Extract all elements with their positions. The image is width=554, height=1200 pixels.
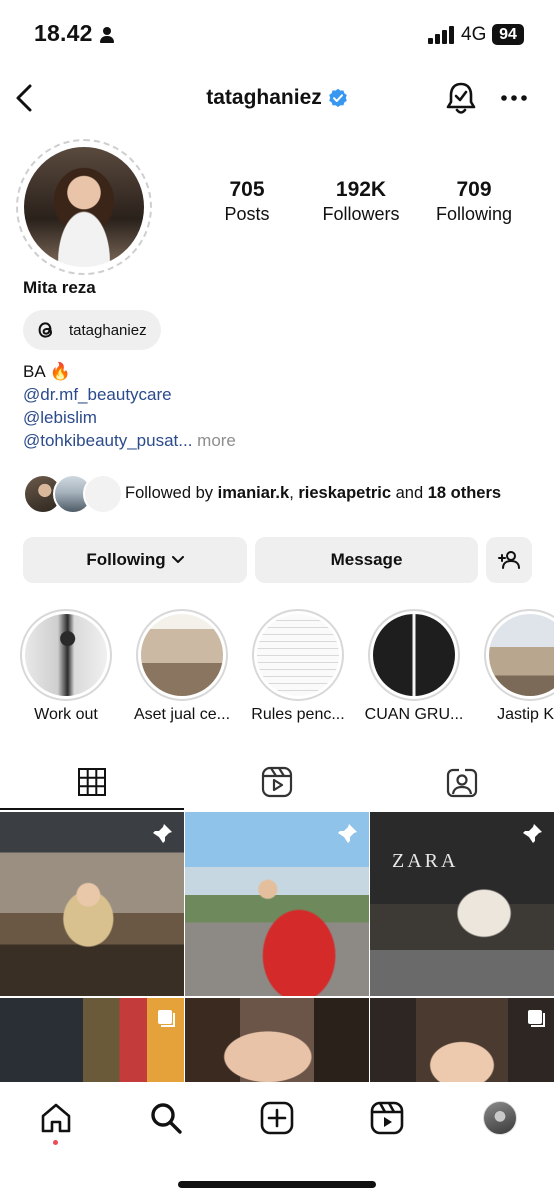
followers-label: Followers: [322, 204, 400, 224]
bio-more-link[interactable]: more: [197, 431, 236, 450]
highlight-cover: [141, 614, 223, 696]
pin-icon: [153, 824, 172, 843]
grid-post[interactable]: [185, 812, 369, 996]
profile-tabs: [0, 754, 554, 810]
grid-post[interactable]: [0, 812, 184, 996]
chevron-down-icon: [171, 556, 184, 563]
threads-badge[interactable]: tataghaniez: [23, 310, 161, 350]
nav-search[interactable]: [146, 1098, 186, 1138]
add-person-icon: [498, 551, 520, 569]
story-highlight[interactable]: Jastip KL: [484, 609, 554, 723]
profile-avatar[interactable]: [24, 147, 144, 267]
suggested-users-button[interactable]: [486, 537, 532, 583]
grid-post[interactable]: [0, 998, 184, 1082]
reels-icon: [370, 1101, 404, 1135]
multiple-photos-icon: [528, 1010, 545, 1027]
grid-post[interactable]: [185, 998, 369, 1082]
create-post-icon: [260, 1101, 294, 1135]
bio-link-mention[interactable]: @dr.mf_beautycare: [23, 383, 236, 406]
bio-link-mention[interactable]: @lebislim: [23, 406, 236, 429]
notification-bell-icon[interactable]: [444, 80, 478, 116]
nav-profile[interactable]: [480, 1098, 520, 1138]
followed-by-text: Followed by imaniar.k, rieskapetric and …: [125, 484, 502, 502]
posts-label: Posts: [224, 204, 270, 224]
more-options-icon[interactable]: [500, 88, 528, 108]
highlight-cover: [257, 614, 339, 696]
following-button-label: Following: [86, 550, 166, 569]
reels-icon: [261, 766, 293, 798]
message-button-label: Message: [330, 550, 403, 569]
highlight-cover: [25, 614, 107, 696]
status-time: 18.42: [34, 20, 93, 46]
active-tab-indicator: [0, 808, 184, 810]
threads-handle: tataghaniez: [69, 321, 147, 339]
home-indicator[interactable]: [178, 1181, 376, 1188]
bio: BA 🔥 @dr.mf_beautycare @lebislim @tohkib…: [23, 360, 236, 452]
tagged-person-icon: [446, 768, 478, 798]
story-highlight[interactable]: Work out: [20, 609, 112, 723]
followed-by-row[interactable]: Followed by imaniar.k, rieskapetric and …: [23, 474, 543, 514]
message-button[interactable]: Message: [255, 537, 478, 583]
followers-count: 192K: [335, 178, 387, 201]
posts-count: 705: [229, 178, 265, 201]
verified-badge-icon: [328, 88, 347, 107]
store-sign-text: ZARA: [392, 850, 459, 872]
highlight-label: CUAN GRU...: [364, 706, 464, 723]
display-name: Mita reza: [23, 278, 96, 297]
username-text: tataghaniez: [206, 86, 322, 109]
bio-link-mention[interactable]: @tohkibeauty_pusat...: [23, 431, 192, 450]
bio-line: BA 🔥: [23, 362, 71, 381]
highlight-label: Rules penc...: [251, 706, 345, 723]
posts-stat[interactable]: 705 Posts: [205, 178, 289, 225]
story-highlight[interactable]: Aset jual ce...: [134, 609, 230, 723]
signal-icon: [428, 26, 454, 44]
threads-icon: [38, 322, 53, 338]
tab-posts-grid[interactable]: [0, 754, 184, 810]
highlight-cover: [489, 614, 554, 696]
pin-icon: [338, 824, 357, 843]
following-label: Following: [435, 204, 513, 224]
profile-avatar-icon: [483, 1101, 517, 1135]
mutual-avatar: [83, 474, 123, 514]
following-count: 709: [456, 178, 492, 201]
grid-icon: [78, 768, 106, 796]
mutual-username[interactable]: rieskapetric: [298, 484, 391, 502]
grid-post[interactable]: [370, 998, 554, 1082]
search-icon: [151, 1103, 182, 1134]
story-highlight[interactable]: CUAN GRU...: [365, 609, 463, 723]
pin-icon: [523, 824, 542, 843]
highlight-label: Work out: [34, 706, 98, 723]
battery-indicator: 94: [492, 24, 524, 45]
highlight-label: Jastip KL: [497, 706, 554, 723]
nav-reels[interactable]: [367, 1098, 407, 1138]
mutual-others[interactable]: 18 others: [428, 484, 501, 502]
following-stat[interactable]: 709 Following: [428, 178, 520, 225]
nav-home[interactable]: [36, 1098, 76, 1138]
tab-reels[interactable]: [185, 754, 369, 810]
status-bar: 18.42 4G 94: [0, 0, 554, 70]
following-button[interactable]: Following: [23, 537, 247, 583]
nav-create[interactable]: [257, 1098, 297, 1138]
tab-tagged[interactable]: [370, 754, 554, 810]
home-icon: [41, 1103, 71, 1133]
notification-dot: [53, 1140, 58, 1145]
highlight-label: Aset jual ce...: [133, 706, 231, 723]
network-label: 4G: [461, 24, 487, 45]
mutual-username[interactable]: imaniar.k: [218, 484, 290, 502]
grid-post[interactable]: ZARA: [370, 812, 554, 996]
person-icon: [100, 27, 114, 43]
multiple-photos-icon: [158, 1010, 175, 1027]
story-highlight[interactable]: Rules penc...: [251, 609, 345, 723]
highlight-cover: [373, 614, 455, 696]
followers-stat[interactable]: 192K Followers: [312, 178, 410, 225]
